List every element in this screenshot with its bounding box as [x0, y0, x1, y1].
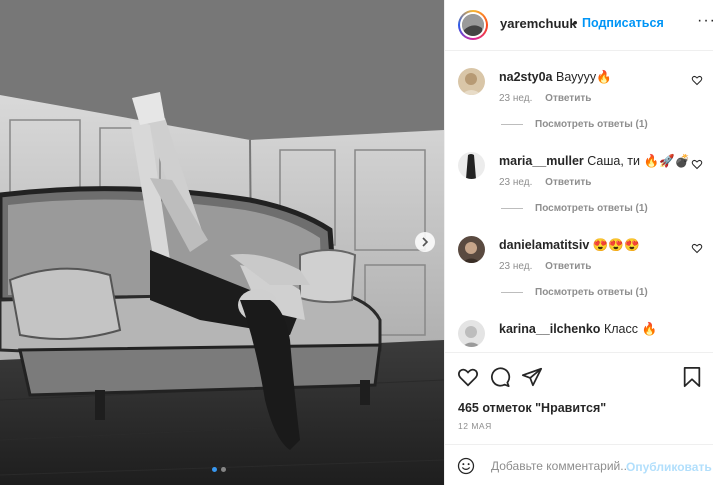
bookmark-icon[interactable]	[681, 366, 703, 388]
photo-image	[0, 0, 444, 485]
add-comment-bar: Опубликовать	[445, 444, 713, 486]
comment-age: 23 нед.	[499, 177, 533, 188]
comment-text: maria__muller Саша, ти 🔥🚀💣	[499, 154, 690, 169]
view-replies-button[interactable]: Посмотреть ответы (1)	[501, 119, 648, 130]
comment-like-icon[interactable]	[691, 158, 703, 170]
comment-item: karina__ilchenko Класс 🔥	[445, 316, 713, 351]
post-photo[interactable]	[0, 0, 444, 485]
author-avatar[interactable]	[458, 10, 488, 40]
heart-icon[interactable]	[457, 366, 479, 388]
comment-text: karina__ilchenko Класс 🔥	[499, 322, 684, 337]
comment-age: 23 нед.	[499, 93, 533, 104]
post-side-panel: yaremchuuk • Подписаться ··· na2sty0a Ва…	[444, 0, 713, 485]
view-replies-label: Посмотреть ответы (1)	[535, 119, 648, 130]
comment-avatar[interactable]	[458, 236, 485, 263]
comment-item: danielamatitsiv 😍😍😍 23 нед. Ответить Пос…	[445, 232, 713, 317]
carousel-dots	[212, 467, 226, 472]
chevron-right-icon	[422, 237, 429, 247]
comment-item: maria__muller Саша, ти 🔥🚀💣 23 нед. Ответ…	[445, 148, 713, 233]
comment-meta: 23 нед. Ответить	[499, 177, 591, 188]
comment-body: 😍😍😍	[592, 238, 640, 252]
post-dialog: yaremchuuk • Подписаться ··· na2sty0a Ва…	[0, 0, 713, 485]
comment-text: danielamatitsiv 😍😍😍	[499, 238, 684, 253]
reply-button[interactable]: Ответить	[545, 261, 591, 272]
follow-button[interactable]: Подписаться	[582, 16, 664, 30]
view-replies-button[interactable]: Посмотреть ответы (1)	[501, 287, 648, 298]
post-date[interactable]: 12 МАЯ	[458, 421, 492, 431]
view-replies-button[interactable]: Посмотреть ответы (1)	[501, 203, 648, 214]
view-replies-label: Посмотреть ответы (1)	[535, 287, 648, 298]
view-replies-label: Посмотреть ответы (1)	[535, 203, 648, 214]
comments-list[interactable]: na2sty0a Вауууу🔥 23 нед. Ответить Посмот…	[445, 51, 713, 351]
comment-body: Вауууу🔥	[556, 70, 612, 84]
post-actions	[445, 352, 713, 397]
reply-button[interactable]: Ответить	[545, 93, 591, 104]
next-slide-button[interactable]	[415, 232, 435, 252]
comment-meta: 23 нед. Ответить	[499, 261, 591, 272]
author-username[interactable]: yaremchuuk	[500, 16, 577, 31]
comment-like-icon[interactable]	[691, 74, 703, 86]
comment-body: Класс 🔥	[603, 322, 658, 336]
publish-button[interactable]: Опубликовать	[626, 460, 712, 474]
comment-username[interactable]: danielamatitsiv	[499, 238, 589, 252]
comment-avatar[interactable]	[458, 152, 485, 179]
post-header: yaremchuuk • Подписаться ···	[445, 0, 713, 51]
comment-username[interactable]: na2sty0a	[499, 70, 553, 84]
comment-item: na2sty0a Вауууу🔥 23 нед. Ответить Посмот…	[445, 64, 713, 149]
likes-count[interactable]: 465 отметок "Нравится"	[458, 401, 606, 415]
comment-avatar[interactable]	[458, 320, 485, 347]
header-separator: •	[573, 15, 578, 30]
comment-like-icon[interactable]	[691, 242, 703, 254]
carousel-dot[interactable]	[212, 467, 217, 472]
more-options-button[interactable]: ···	[697, 12, 713, 30]
comment-icon[interactable]	[489, 366, 511, 388]
comment-username[interactable]: karina__ilchenko	[499, 322, 600, 336]
carousel-dot[interactable]	[221, 467, 226, 472]
emoji-icon[interactable]	[457, 457, 475, 475]
comment-age: 23 нед.	[499, 261, 533, 272]
comment-meta: 23 нед. Ответить	[499, 93, 591, 104]
comment-avatar[interactable]	[458, 68, 485, 95]
comment-body: Саша, ти 🔥🚀💣	[587, 154, 691, 168]
comment-username[interactable]: maria__muller	[499, 154, 584, 168]
share-icon[interactable]	[521, 366, 543, 388]
reply-button[interactable]: Ответить	[545, 177, 591, 188]
comment-text: na2sty0a Вауууу🔥	[499, 70, 684, 85]
